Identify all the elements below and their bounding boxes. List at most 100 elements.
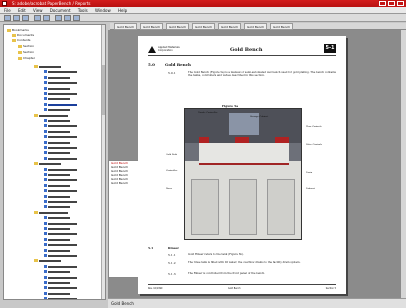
menu-document[interactable]: Document xyxy=(50,8,71,13)
tab-7[interactable]: Gold Bench xyxy=(270,23,294,30)
tree-row-label-placeholder xyxy=(48,168,77,171)
tree-document-row[interactable] xyxy=(44,135,77,139)
tree-document-row[interactable] xyxy=(44,86,70,90)
tree-document-row[interactable] xyxy=(44,221,77,225)
bookmark-tree: Bookmarks Documents Contents Section Sec… xyxy=(3,24,106,300)
tree-document-row[interactable] xyxy=(44,124,77,128)
tree-document-row[interactable] xyxy=(44,216,70,220)
print-icon[interactable] xyxy=(22,15,29,21)
tree-document-row[interactable] xyxy=(44,183,70,187)
maximize-icon[interactable] xyxy=(388,1,395,6)
tree-document-row[interactable] xyxy=(44,81,77,85)
tree-document-row[interactable] xyxy=(44,205,70,209)
tree-document-row[interactable] xyxy=(44,189,77,193)
tree-document-row[interactable] xyxy=(44,178,77,182)
close-icon[interactable] xyxy=(397,1,404,6)
tree-document-row[interactable] xyxy=(44,243,77,247)
menu-view[interactable]: View xyxy=(33,8,43,13)
select-icon[interactable] xyxy=(73,15,80,21)
tree-document-row[interactable] xyxy=(44,140,70,144)
tree-document-row[interactable] xyxy=(44,70,77,74)
tree-document-row[interactable] xyxy=(44,173,70,176)
tree-scrollbar[interactable] xyxy=(101,25,105,299)
document-icon xyxy=(44,297,47,299)
tree-document-row[interactable] xyxy=(34,210,68,214)
tree-document-row[interactable] xyxy=(44,232,77,236)
tree-document-row[interactable] xyxy=(44,75,70,79)
document-icon xyxy=(44,167,47,171)
tree-document-row[interactable] xyxy=(44,97,70,101)
menu-help[interactable]: Help xyxy=(118,8,127,13)
tree-document-row[interactable] xyxy=(44,102,77,106)
tree-row-label-placeholder xyxy=(48,157,77,160)
tree-item[interactable]: Documents xyxy=(12,34,34,37)
tree-document-row[interactable] xyxy=(44,129,70,133)
document-icon xyxy=(44,254,47,257)
tree-row-label-placeholder xyxy=(48,82,77,85)
tree-document-row[interactable] xyxy=(34,259,61,263)
tree-row-label-placeholder xyxy=(48,282,70,284)
menu-window[interactable]: Window xyxy=(95,8,111,13)
tree-document-row[interactable] xyxy=(34,113,68,117)
tab-4[interactable]: Gold Bench xyxy=(192,23,216,30)
tree-document-row[interactable] xyxy=(44,254,77,257)
save-icon[interactable] xyxy=(13,15,20,21)
minimize-icon[interactable] xyxy=(379,1,386,6)
tree-document-row[interactable] xyxy=(44,270,70,274)
tree-document-row[interactable] xyxy=(44,108,70,112)
document-icon xyxy=(44,205,47,209)
tree-item[interactable]: Chapter xyxy=(18,57,35,60)
open-icon[interactable] xyxy=(4,15,11,21)
folder-icon xyxy=(34,259,38,263)
tree-row-label-placeholder xyxy=(48,201,77,203)
tree-row-label-placeholder xyxy=(48,130,70,133)
tree-row-label-placeholder xyxy=(48,152,70,155)
tree-document-row[interactable] xyxy=(44,248,70,252)
tree-document-row[interactable] xyxy=(44,264,77,268)
tab-6[interactable]: Gold Bench xyxy=(244,23,268,30)
tree-document-row[interactable] xyxy=(34,65,61,68)
folder-icon xyxy=(34,210,38,214)
zoom-icon[interactable] xyxy=(55,15,62,21)
paragraph-number: 5.1.3 xyxy=(168,272,176,276)
tree-document-row[interactable] xyxy=(44,119,70,122)
tree-item[interactable]: Contents xyxy=(12,39,31,42)
tree-document-row[interactable] xyxy=(44,291,70,295)
tree-row-label-placeholder xyxy=(48,195,70,198)
hand-icon[interactable] xyxy=(64,15,71,21)
document-icon xyxy=(44,135,47,139)
back-icon[interactable] xyxy=(34,15,41,21)
tree-document-row[interactable] xyxy=(44,227,70,230)
tree-document-row[interactable] xyxy=(34,162,61,166)
tree-document-row[interactable] xyxy=(44,92,77,95)
tree-document-row[interactable] xyxy=(44,286,77,290)
document-icon xyxy=(44,281,47,284)
tab-2[interactable]: Gold Bench xyxy=(140,23,164,30)
tab-1[interactable]: Gold Bench xyxy=(114,23,138,30)
forward-icon[interactable] xyxy=(43,15,50,21)
tree-row-label-placeholder xyxy=(48,217,70,220)
tree-document-row[interactable] xyxy=(44,194,70,198)
menu-edit[interactable]: Edit xyxy=(18,8,26,13)
tree-document-row[interactable] xyxy=(44,200,77,203)
document-scrollbar[interactable] xyxy=(401,30,406,298)
tree-document-row[interactable] xyxy=(44,167,77,171)
tab-5[interactable]: Gold Bench xyxy=(218,23,242,30)
page-header: Applied Materials Corporation Gold Bench… xyxy=(148,44,336,56)
folder-icon xyxy=(34,162,38,166)
tree-document-row[interactable] xyxy=(44,275,77,279)
tree-document-row[interactable] xyxy=(44,281,70,284)
section-heading: 5.0 Gold Bench xyxy=(148,62,201,67)
tree-item[interactable]: Bookmarks xyxy=(7,29,29,32)
tree-item[interactable]: Section xyxy=(18,51,34,54)
menu-file[interactable]: File xyxy=(4,8,11,13)
tree-document-row[interactable] xyxy=(44,297,77,299)
tab-3[interactable]: Gold Bench xyxy=(166,23,190,30)
tree-item[interactable]: Section xyxy=(18,45,34,48)
tree-document-row[interactable] xyxy=(44,237,70,241)
menu-tools[interactable]: Tools xyxy=(78,8,88,13)
tree-scroll-thumb[interactable] xyxy=(102,65,105,115)
tree-document-row[interactable] xyxy=(44,151,70,155)
tree-document-row[interactable] xyxy=(44,156,77,160)
tree-document-row[interactable] xyxy=(44,146,77,149)
